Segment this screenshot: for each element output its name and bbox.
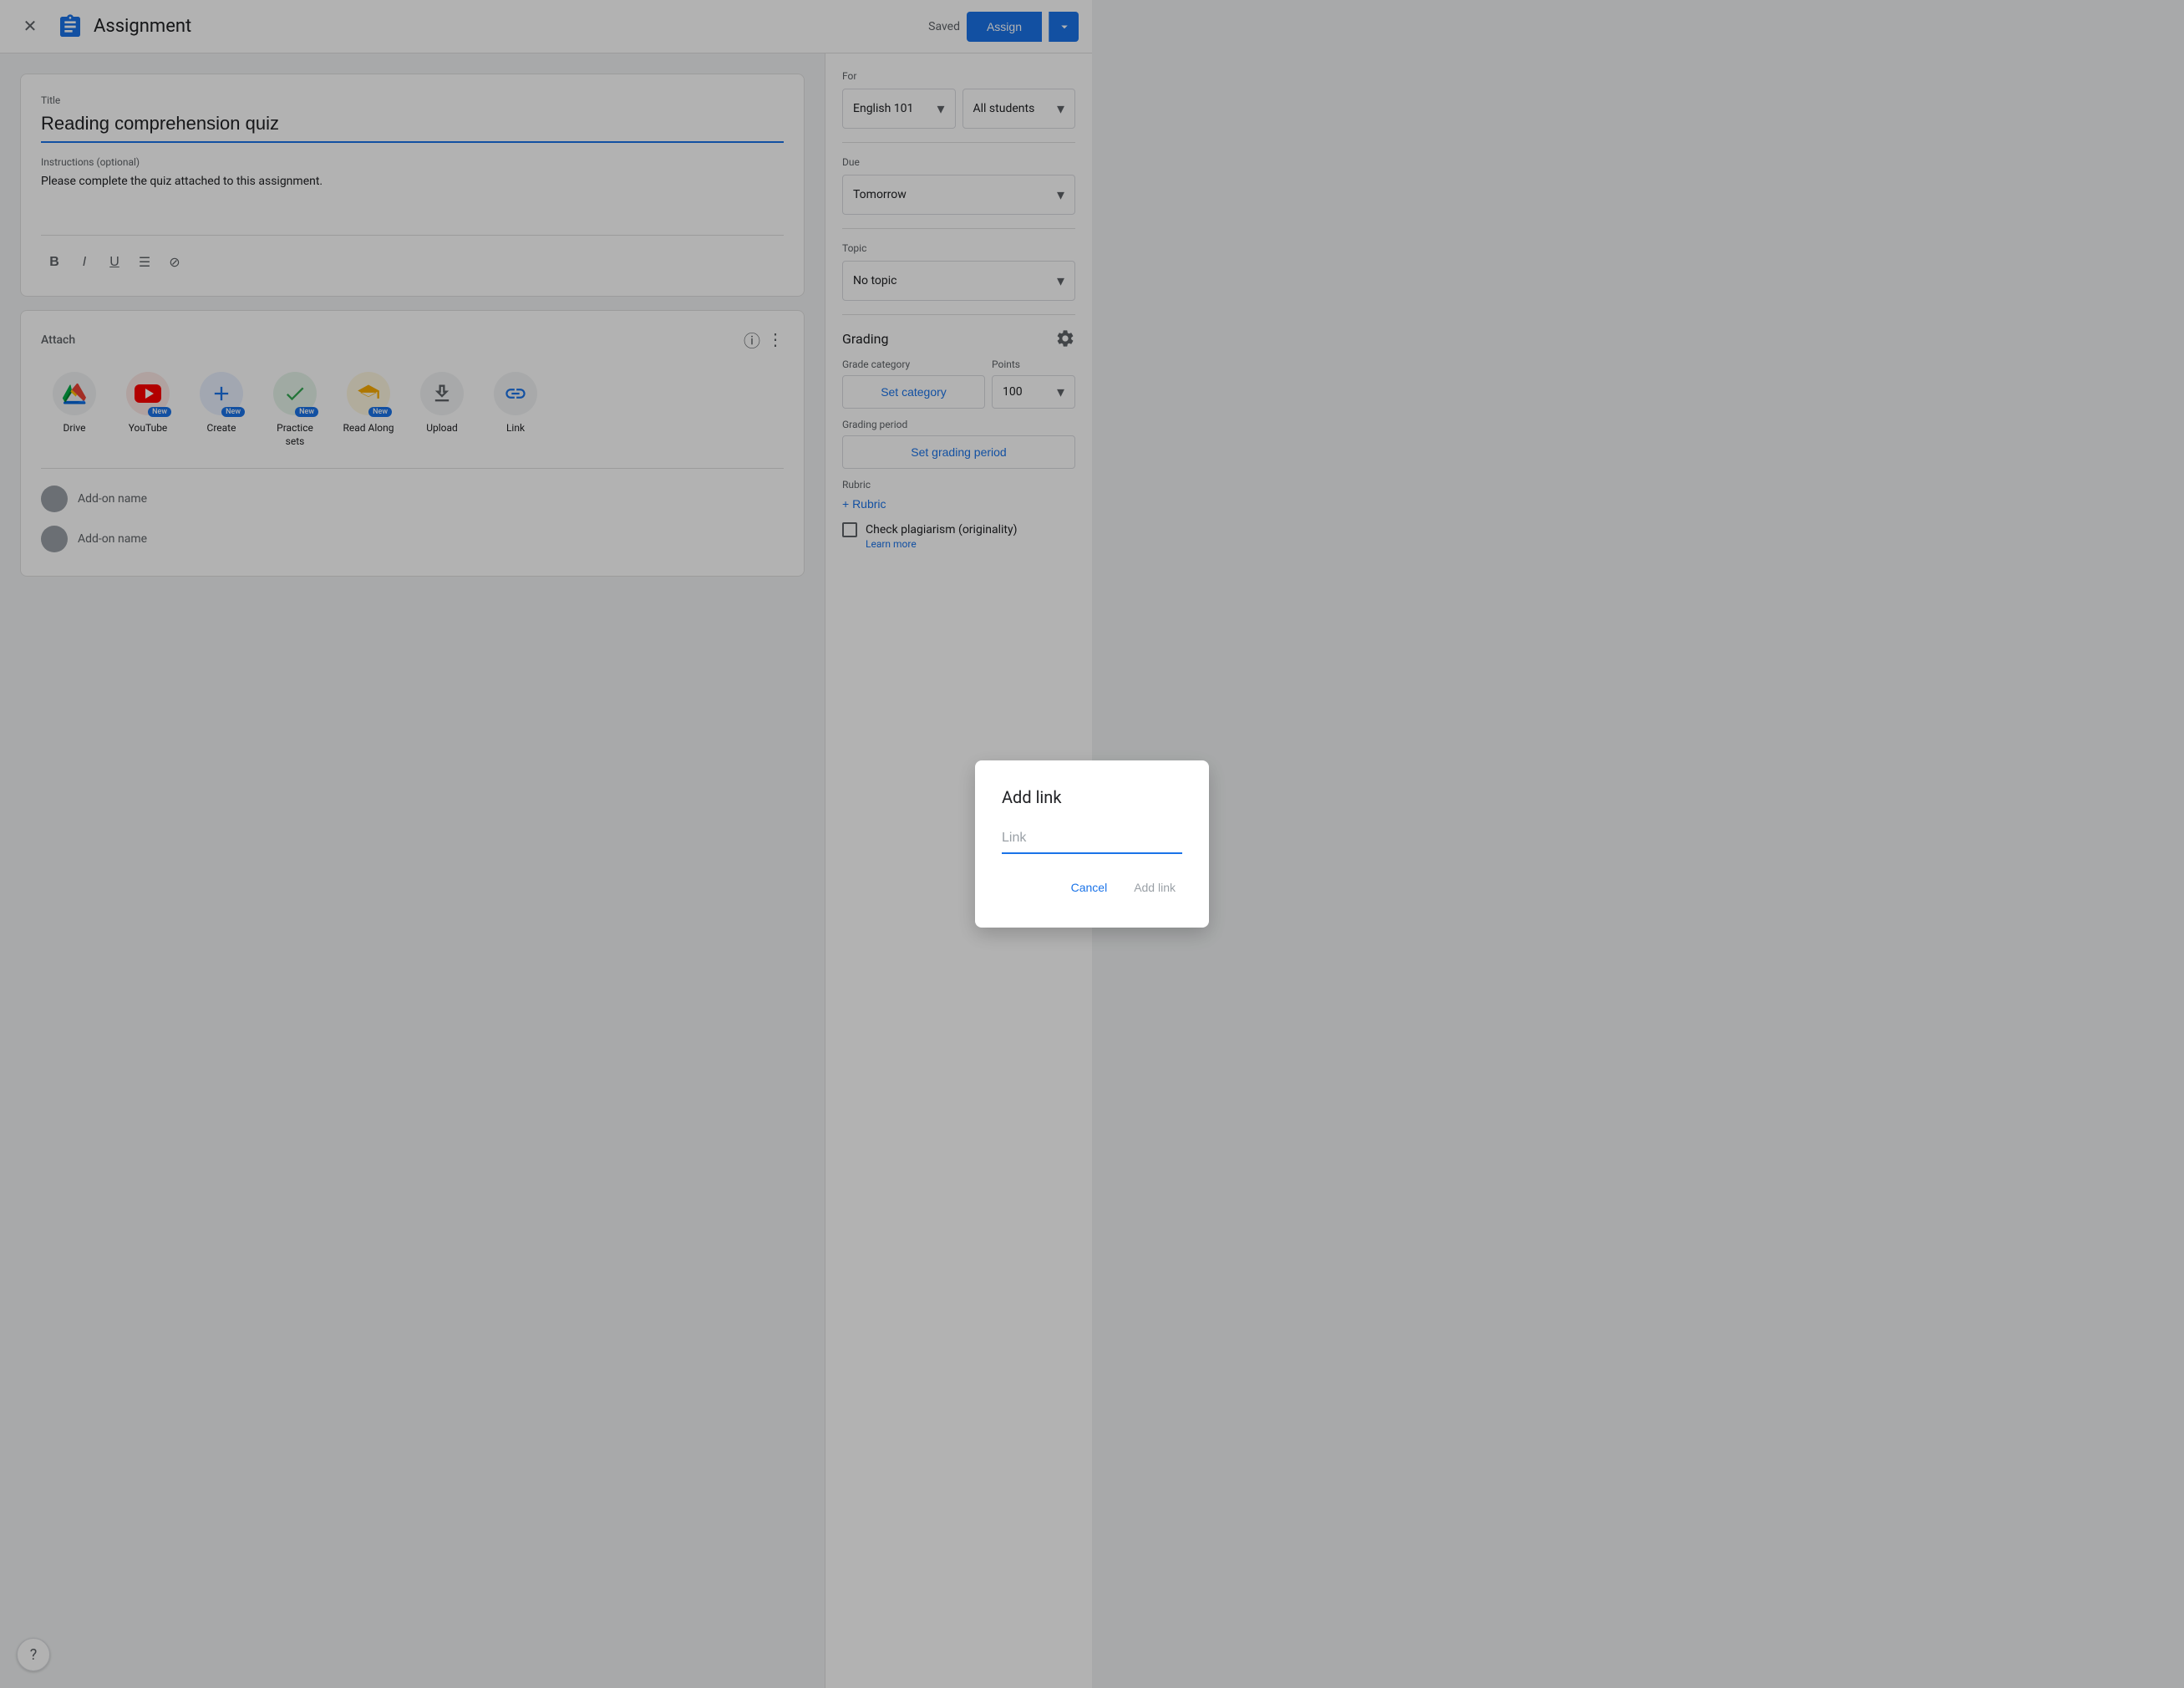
dialog-title: Add link — [1002, 787, 1182, 807]
cancel-button[interactable]: Cancel — [1064, 874, 1115, 901]
link-input[interactable] — [1002, 824, 1182, 854]
dialog-overlay: Add link Cancel Add link — [0, 0, 2184, 1688]
add-link-button[interactable]: Add link — [1127, 874, 1182, 901]
add-link-dialog: Add link Cancel Add link — [975, 760, 1209, 928]
dialog-actions: Cancel Add link — [1002, 874, 1182, 901]
